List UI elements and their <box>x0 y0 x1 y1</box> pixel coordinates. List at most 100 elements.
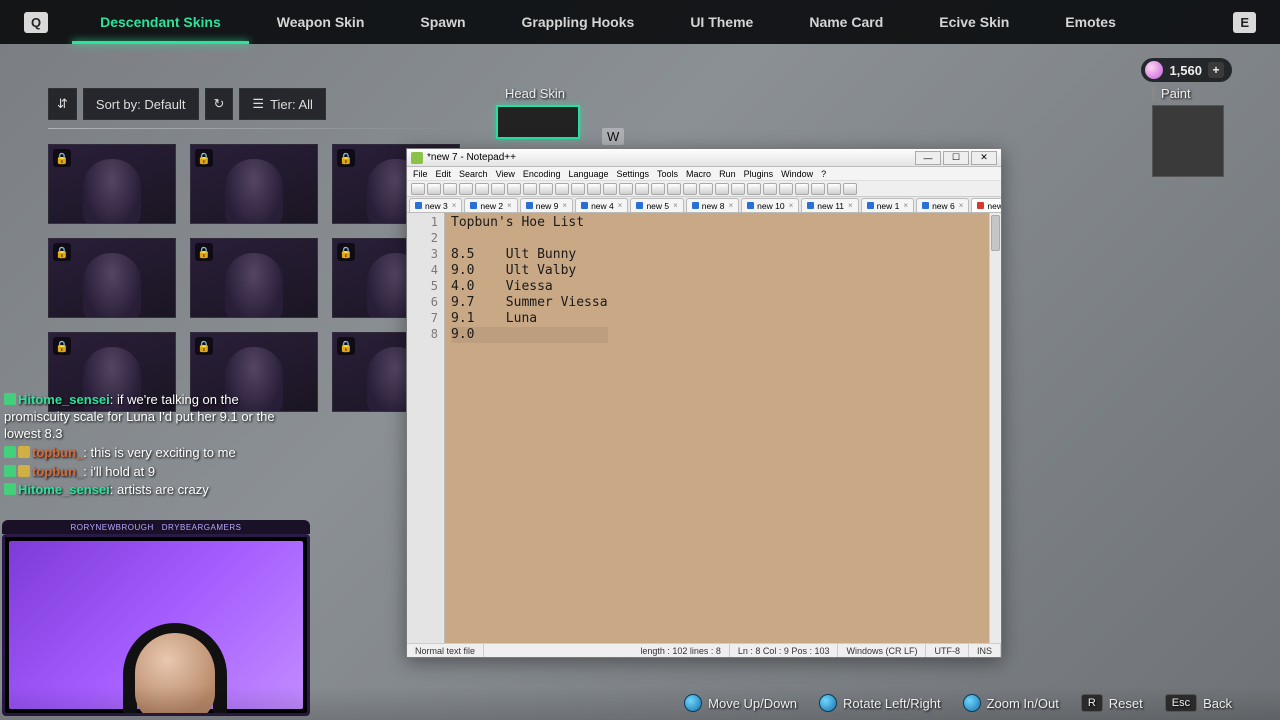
file-tab[interactable]: new 7× <box>971 198 1001 212</box>
tab-spawn[interactable]: Spawn <box>392 0 493 44</box>
toolbar-button[interactable] <box>603 183 617 195</box>
tab-emotes[interactable]: Emotes <box>1037 0 1144 44</box>
toolbar-button[interactable] <box>539 183 553 195</box>
npp-titlebar[interactable]: *new 7 - Notepad++ — ☐ ✕ <box>407 149 1001 167</box>
close-button[interactable]: ✕ <box>971 151 997 165</box>
file-tab[interactable]: new 11× <box>801 198 858 212</box>
npp-code[interactable]: Topbun's Hoe List 8.5 Ult Bunny9.0 Ult Va… <box>445 213 612 643</box>
toolbar-button[interactable] <box>523 183 537 195</box>
sort-by-button[interactable]: Sort by: Default <box>83 88 199 120</box>
code-line[interactable]: 8.5 Ult Bunny <box>451 247 608 263</box>
code-line[interactable]: 9.1 Luna <box>451 311 608 327</box>
sort-direction-button[interactable]: ⇵ <box>48 88 77 120</box>
toolbar-button[interactable] <box>827 183 841 195</box>
menu-view[interactable]: View <box>496 169 515 179</box>
code-line[interactable]: 9.0 <box>451 327 608 343</box>
toolbar-button[interactable] <box>763 183 777 195</box>
toolbar-button[interactable] <box>731 183 745 195</box>
toolbar-button[interactable] <box>635 183 649 195</box>
toolbar-button[interactable] <box>571 183 585 195</box>
skin-card[interactable]: 🔒 <box>190 238 318 318</box>
currency-add-button[interactable]: + <box>1208 62 1224 78</box>
maximize-button[interactable]: ☐ <box>943 151 969 165</box>
code-line[interactable]: Topbun's Hoe List <box>451 215 608 231</box>
toolbar-button[interactable] <box>459 183 473 195</box>
paint-swatch[interactable] <box>1152 105 1224 177</box>
menu-window[interactable]: Window <box>781 169 813 179</box>
hint-back[interactable]: EscBack <box>1165 694 1232 712</box>
npp-file-tabs[interactable]: new 3×new 2×new 9×new 4×new 5×new 8×new … <box>407 197 1001 213</box>
skin-card[interactable]: 🔒 <box>48 144 176 224</box>
toolbar-button[interactable] <box>715 183 729 195</box>
toolbar-button[interactable] <box>491 183 505 195</box>
file-tab[interactable]: new 2× <box>464 198 517 212</box>
menu-search[interactable]: Search <box>459 169 488 179</box>
toolbar-button[interactable] <box>811 183 825 195</box>
notepad-window[interactable]: *new 7 - Notepad++ — ☐ ✕ File Edit Search V… <box>406 148 1002 658</box>
file-tab[interactable]: new 6× <box>916 198 969 212</box>
close-tab-icon[interactable]: × <box>452 201 457 210</box>
menu-macro[interactable]: Macro <box>686 169 711 179</box>
menu-run[interactable]: Run <box>719 169 736 179</box>
code-line[interactable]: 4.0 Viessa <box>451 279 608 295</box>
menu-plugins[interactable]: Plugins <box>744 169 774 179</box>
currency-pill[interactable]: 1,560 + <box>1141 58 1232 82</box>
menu-encoding[interactable]: Encoding <box>523 169 561 179</box>
file-tab[interactable]: new 8× <box>686 198 739 212</box>
toolbar-button[interactable] <box>619 183 633 195</box>
tab-ui-theme[interactable]: UI Theme <box>662 0 781 44</box>
menu-tools[interactable]: Tools <box>657 169 678 179</box>
toolbar-button[interactable] <box>667 183 681 195</box>
npp-toolbar[interactable] <box>407 181 1001 197</box>
tab-weapon-skin[interactable]: Weapon Skin <box>249 0 393 44</box>
menu-file[interactable]: File <box>413 169 428 179</box>
tab-name-card[interactable]: Name Card <box>781 0 911 44</box>
code-line[interactable] <box>451 231 608 247</box>
close-tab-icon[interactable]: × <box>848 201 853 210</box>
tab-descendant-skins[interactable]: Descendant Skins <box>72 0 249 44</box>
code-line[interactable]: 9.7 Summer Viessa <box>451 295 608 311</box>
toolbar-button[interactable] <box>475 183 489 195</box>
toolbar-button[interactable] <box>651 183 665 195</box>
file-tab[interactable]: new 9× <box>520 198 573 212</box>
menu-edit[interactable]: Edit <box>436 169 452 179</box>
code-line[interactable]: 9.0 Ult Valby <box>451 263 608 279</box>
toolbar-button[interactable] <box>747 183 761 195</box>
menu-language[interactable]: Language <box>568 169 608 179</box>
file-tab[interactable]: new 4× <box>575 198 628 212</box>
close-tab-icon[interactable]: × <box>673 201 678 210</box>
toolbar-button[interactable] <box>443 183 457 195</box>
close-tab-icon[interactable]: × <box>507 201 512 210</box>
menu-settings[interactable]: Settings <box>617 169 650 179</box>
refresh-button[interactable]: ↻ <box>205 88 234 120</box>
file-tab[interactable]: new 1× <box>861 198 914 212</box>
skin-card[interactable]: 🔒 <box>190 144 318 224</box>
npp-menubar[interactable]: File Edit Search View Encoding Language Settin… <box>407 167 1001 181</box>
close-tab-icon[interactable]: × <box>903 201 908 210</box>
toolbar-button[interactable] <box>555 183 569 195</box>
npp-editor[interactable]: 12345678 Topbun's Hoe List8.5 Ult Bunny9… <box>407 213 989 643</box>
skin-card[interactable]: 🔒 <box>48 238 176 318</box>
toolbar-button[interactable] <box>683 183 697 195</box>
toolbar-button[interactable] <box>795 183 809 195</box>
toolbar-button[interactable] <box>587 183 601 195</box>
npp-scrollbar[interactable] <box>989 213 1001 643</box>
toolbar-button[interactable] <box>843 183 857 195</box>
file-tab[interactable]: new 5× <box>630 198 683 212</box>
tab-grappling-hooks[interactable]: Grappling Hooks <box>494 0 663 44</box>
tier-filter-button[interactable]: ☰ Tier: All <box>239 88 326 120</box>
close-tab-icon[interactable]: × <box>789 201 794 210</box>
toolbar-button[interactable] <box>779 183 793 195</box>
toolbar-button[interactable] <box>507 183 521 195</box>
toolbar-button[interactable] <box>411 183 425 195</box>
close-tab-icon[interactable]: × <box>618 201 623 210</box>
close-tab-icon[interactable]: × <box>562 201 567 210</box>
minimize-button[interactable]: — <box>915 151 941 165</box>
file-tab[interactable]: new 3× <box>409 198 462 212</box>
file-tab[interactable]: new 10× <box>741 198 799 212</box>
close-tab-icon[interactable]: × <box>728 201 733 210</box>
toolbar-button[interactable] <box>427 183 441 195</box>
toolbar-button[interactable] <box>699 183 713 195</box>
hint-reset[interactable]: RReset <box>1081 694 1143 712</box>
menu-?[interactable]: ? <box>821 169 826 179</box>
